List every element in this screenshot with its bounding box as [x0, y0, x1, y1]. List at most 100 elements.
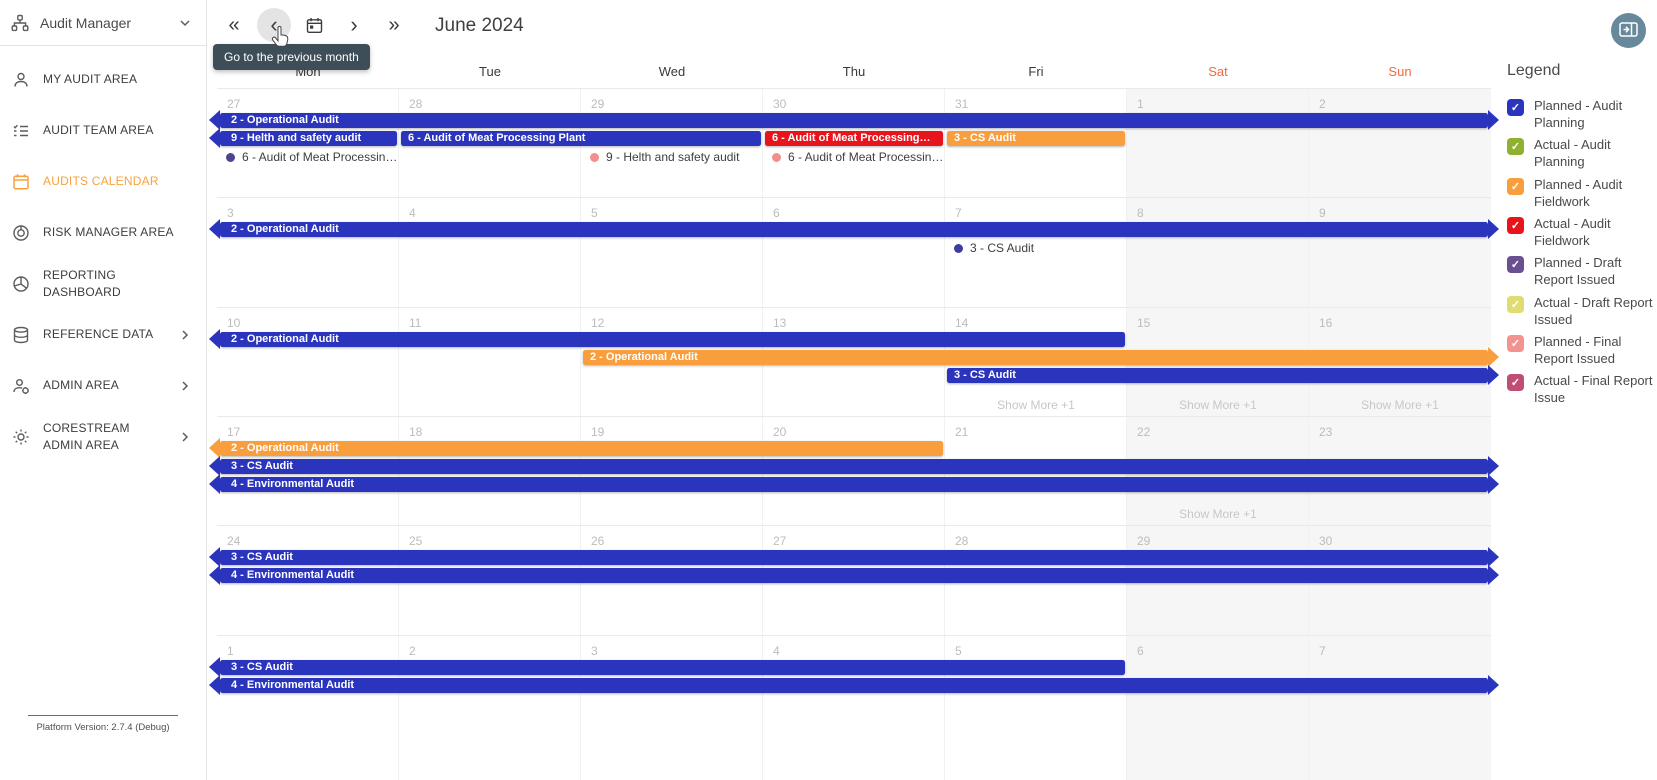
event-bar[interactable]: 6 - Audit of Meat Processing Plant — [401, 131, 761, 146]
sidebar-item-reference-data[interactable]: REFERENCE DATA — [0, 309, 206, 360]
day-number: 17 — [227, 425, 240, 439]
event-bar[interactable]: 2 - Operational Audit — [220, 222, 1488, 237]
day-number: 5 — [955, 644, 962, 658]
event-bar[interactable]: 3 - CS Audit — [947, 131, 1125, 146]
day-number: 6 — [1137, 644, 1144, 658]
sidebar-item-corestream-admin-area[interactable]: CORESTREAM ADMIN AREA — [0, 411, 206, 462]
week-row-6: 12345 6 7 3 - CS Audit 4 - Environmental Aud… — [217, 636, 1491, 780]
event-bar-label: 4 - Environmental Audit — [220, 477, 1488, 492]
week-cells: 12345 6 7 — [217, 636, 1491, 780]
day-cell[interactable]: 5 — [581, 198, 763, 307]
event-bar[interactable]: 4 - Environmental Audit — [220, 477, 1488, 492]
legend-item-label: Actual - Draft Report Issued — [1534, 294, 1657, 328]
sidebar-item-admin-area[interactable]: ADMIN AREA — [0, 360, 206, 411]
event-dot-label: 9 - Helth and safety audit — [606, 150, 739, 164]
sidebar-item-my-audit-area[interactable]: MY AUDIT AREA — [0, 54, 206, 105]
day-number: 11 — [409, 316, 421, 330]
legend-checkbox[interactable]: ✓ — [1507, 256, 1524, 273]
event-bar[interactable]: 2 - Operational Audit — [220, 332, 1125, 347]
show-more-link[interactable]: Show More +1 — [945, 397, 1127, 414]
day-cell[interactable]: 11 — [399, 308, 581, 416]
day-number: 26 — [591, 534, 604, 548]
event-dot-item[interactable]: 9 - Helth and safety audit — [590, 149, 760, 165]
event-bar-label: 3 - CS Audit — [947, 131, 1125, 146]
weekday-sat: Sat — [1127, 55, 1309, 88]
legend-checkbox[interactable]: ✓ — [1507, 138, 1524, 155]
chevron-right-icon — [176, 326, 194, 344]
day-cell[interactable]: 9 — [1309, 198, 1491, 307]
day-cell[interactable]: 7 — [1309, 636, 1491, 780]
collapse-panel-button[interactable] — [1611, 13, 1646, 48]
day-number: 19 — [591, 425, 604, 439]
legend-checkbox[interactable]: ✓ — [1507, 217, 1524, 234]
event-dot-item[interactable]: 6 - Audit of Meat Processin… — [772, 149, 942, 165]
sidebar: Audit Manager MY AUDIT AREA AUDIT TEAM AR… — [0, 0, 207, 780]
sidebar-item-label: CORESTREAM ADMIN AREA — [43, 420, 163, 452]
event-bar[interactable]: 3 - CS Audit — [220, 660, 1125, 675]
legend-item-planned-audit-fieldwork: ✓Planned - Audit Fieldwork — [1507, 176, 1657, 210]
legend-checkbox[interactable]: ✓ — [1507, 99, 1524, 116]
next-month-button[interactable]: › — [337, 8, 371, 42]
event-bar[interactable]: 2 - Operational Audit — [583, 350, 1488, 365]
chevron-down-icon — [176, 14, 194, 32]
day-number: 6 — [773, 206, 780, 220]
calendar-month-title: June 2024 — [435, 15, 524, 37]
person-icon — [12, 71, 30, 89]
legend-item-label: Planned - Audit Planning — [1534, 97, 1657, 131]
day-cell[interactable]: 3 — [581, 636, 763, 780]
day-cell[interactable]: 1 — [217, 636, 399, 780]
day-number: 5 — [591, 206, 598, 220]
previous-month-button[interactable]: ‹ — [257, 8, 291, 42]
event-bar[interactable]: 2 - Operational Audit — [220, 113, 1488, 128]
double-chevron-right-icon: » — [388, 14, 399, 37]
event-bar[interactable]: 9 - Helth and safety audit — [220, 131, 397, 146]
legend-checkbox[interactable]: ✓ — [1507, 335, 1524, 352]
admin-user-icon — [12, 377, 30, 395]
weekday-thu: Thu — [763, 55, 945, 88]
show-more-link[interactable]: Show More +1 — [1127, 397, 1309, 414]
day-cell[interactable]: 2 — [1309, 89, 1491, 197]
day-cell[interactable]: 2 — [399, 636, 581, 780]
show-more-link[interactable]: Show More +1 — [1309, 397, 1491, 414]
sidebar-item-audit-team-area[interactable]: AUDIT TEAM AREA — [0, 105, 206, 156]
calendar-weeks: 2728293031122 - Operational Audit9 - Hel… — [217, 88, 1491, 780]
day-cell[interactable]: 4 — [399, 198, 581, 307]
day-number: 31 — [955, 97, 968, 111]
day-cell[interactable]: 1 — [1127, 89, 1309, 197]
sidebar-item-audits-calendar[interactable]: AUDITS CALENDAR — [0, 156, 206, 207]
legend-checkbox[interactable]: ✓ — [1507, 178, 1524, 195]
show-more-link[interactable]: Show More +1 — [1127, 506, 1309, 523]
day-cell[interactable]: 6 — [1127, 636, 1309, 780]
sidebar-item-risk-manager-area[interactable]: RISK MANAGER AREA — [0, 207, 206, 258]
today-button[interactable] — [297, 8, 331, 42]
event-dot-item[interactable]: 6 - Audit of Meat Processin… — [226, 149, 396, 165]
day-number: 20 — [773, 425, 786, 439]
day-cell[interactable]: 6 — [763, 198, 945, 307]
sidebar-item-reporting-dashboard[interactable]: REPORTING DASHBOARD — [0, 258, 206, 309]
day-cell[interactable]: 5 — [945, 636, 1127, 780]
sidebar-item-label: MY AUDIT AREA — [43, 71, 194, 87]
last-month-button[interactable]: » — [377, 8, 411, 42]
day-cell[interactable]: 4 — [763, 636, 945, 780]
first-month-button[interactable]: « — [217, 8, 251, 42]
day-number: 22 — [1137, 425, 1150, 439]
day-cell[interactable]: 3 — [217, 198, 399, 307]
event-bar[interactable]: 3 - CS Audit — [947, 368, 1488, 383]
day-cell[interactable]: 10 — [217, 308, 399, 416]
event-bar[interactable]: 4 - Environmental Audit — [220, 568, 1488, 583]
module-switcher[interactable]: Audit Manager — [0, 0, 206, 46]
event-bar-label: 2 - Operational Audit — [220, 113, 1488, 128]
event-bar[interactable]: 3 - CS Audit — [220, 459, 1488, 474]
event-bar[interactable]: 3 - CS Audit — [220, 550, 1488, 565]
day-cell[interactable]: 8 — [1127, 198, 1309, 307]
event-bar[interactable]: 4 - Environmental Audit — [220, 678, 1488, 693]
event-dot-item[interactable]: 3 - CS Audit — [954, 240, 1124, 256]
weekday-wed: Wed — [581, 55, 763, 88]
event-bar[interactable]: 6 - Audit of Meat Processing… — [765, 131, 943, 146]
database-icon — [12, 326, 30, 344]
day-number: 29 — [591, 97, 604, 111]
legend-checkbox[interactable]: ✓ — [1507, 374, 1524, 391]
legend-checkbox[interactable]: ✓ — [1507, 296, 1524, 313]
event-bar[interactable]: 2 - Operational Audit — [220, 441, 943, 456]
legend-item-actual-final-report-issue: ✓Actual - Final Report Issue — [1507, 372, 1657, 406]
